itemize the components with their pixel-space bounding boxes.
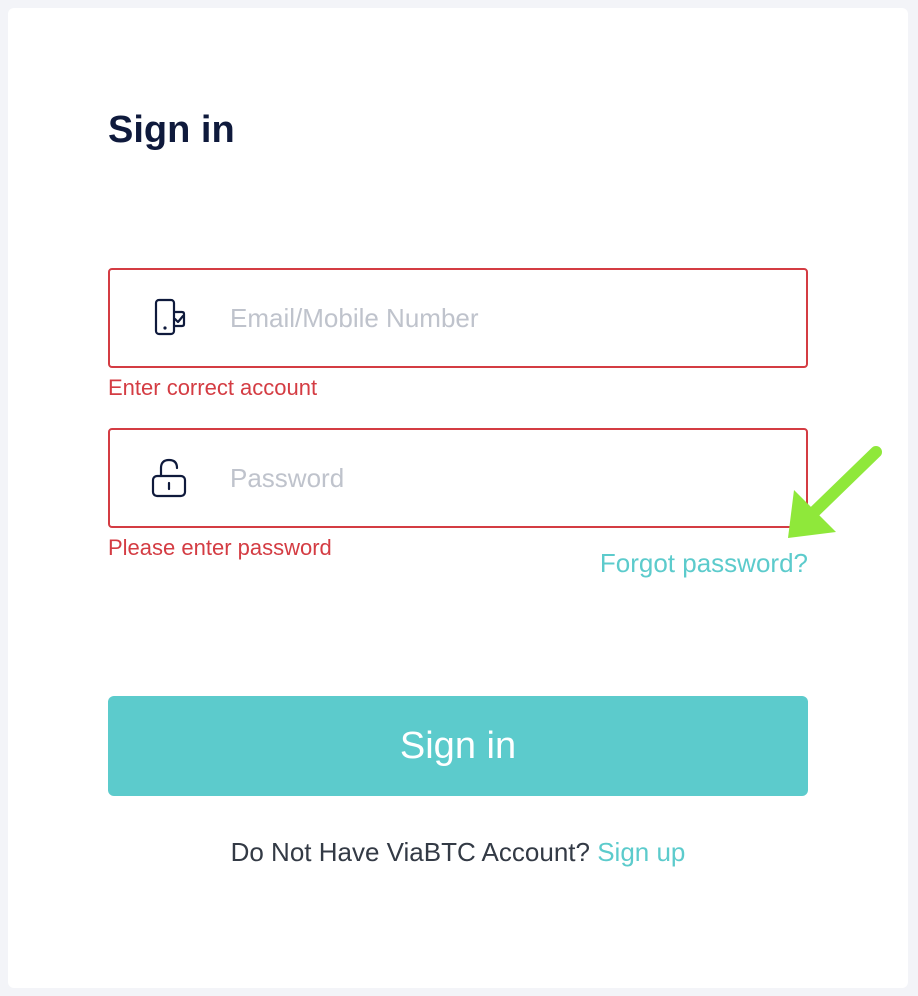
forgot-password-link[interactable]: Forgot password? — [600, 548, 808, 578]
sign-up-link[interactable]: Sign up — [597, 837, 685, 867]
account-field[interactable] — [108, 268, 808, 368]
annotation-arrow-icon — [788, 446, 882, 538]
signup-prompt: Do Not Have ViaBTC Account? Sign up — [8, 836, 908, 868]
sign-in-button[interactable]: Sign in — [108, 696, 808, 796]
signup-prompt-text: Do Not Have ViaBTC Account? — [230, 837, 590, 867]
password-input[interactable] — [230, 430, 790, 526]
account-input[interactable] — [230, 270, 790, 366]
password-error-message: Please enter password — [108, 535, 332, 560]
mobile-phone-check-icon — [154, 298, 186, 336]
page-title: Sign in — [108, 109, 235, 151]
sign-in-card: Sign in Enter correct account Please ent… — [8, 8, 908, 988]
password-field[interactable] — [108, 428, 808, 528]
account-error-message: Enter correct account — [108, 375, 318, 400]
unlocked-padlock-icon — [151, 458, 187, 498]
